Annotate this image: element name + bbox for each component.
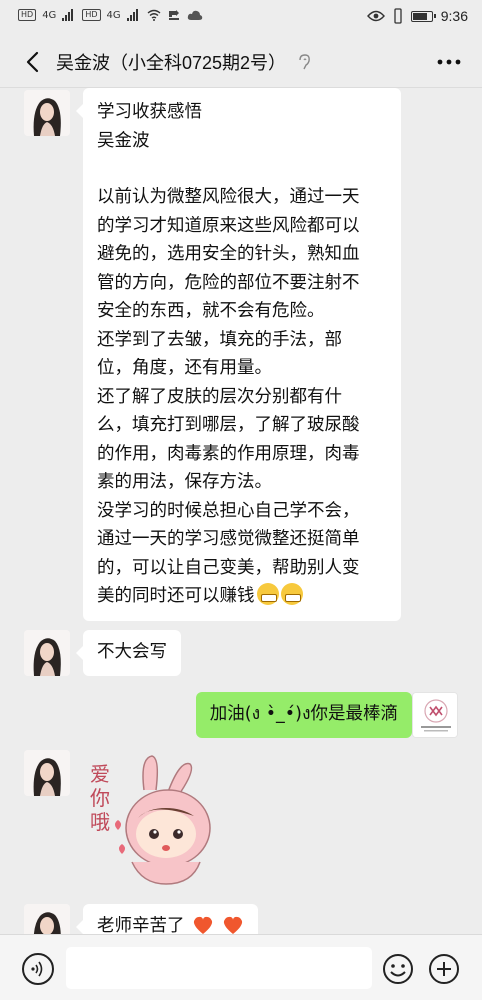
status-left: HD 4G HD 4G — [18, 8, 203, 22]
message-body-text: 以前认为微整风险很大，通过一天 的学习才知道原来这些风险都可以 避免的，选用安全… — [97, 187, 360, 606]
chat-header: 吴金波（小全科0725期2号） — [0, 36, 482, 88]
more-options-icon[interactable] — [436, 52, 462, 72]
sticker-caption: 爱 你 哦 — [90, 762, 110, 834]
red-heart-icon — [193, 916, 213, 934]
my-avatar[interactable] — [412, 692, 458, 738]
message-bubble-text[interactable]: 老师辛苦了 — [76, 904, 258, 934]
message-bubble-reflection[interactable]: 学习收获感悟 吴金波 以前认为微整风险很大，通过一天 的学习才知道原来这些风险都… — [76, 88, 401, 621]
contact-avatar[interactable] — [24, 750, 70, 796]
message-text: 加油(ง •̀_•́)ง你是最棒滴 — [209, 704, 398, 724]
battery-icon — [410, 10, 436, 22]
chat-area[interactable]: 学习收获感悟 吴金波 以前认为微整风险很大，通过一天 的学习才知道原来这些风险都… — [0, 88, 482, 934]
cloud-icon — [187, 10, 202, 20]
wifi-icon — [147, 9, 161, 21]
status-time: 9:36 — [440, 8, 468, 24]
message-paragraph-body: 以前认为微整风险很大，通过一天 的学习才知道原来这些风险都可以 避免的，选用安全… — [97, 183, 387, 611]
message-bubble-text[interactable]: 不大会写 — [76, 630, 181, 676]
battery-level-fill — [412, 12, 428, 20]
contact-avatar[interactable] — [24, 630, 70, 676]
grinning-face-icon — [280, 583, 303, 605]
emoji-button-icon[interactable] — [382, 953, 414, 985]
status-bar: HD 4G HD 4G 9:36 — [0, 0, 482, 36]
plus-button-icon[interactable] — [428, 953, 460, 985]
notification-icon — [168, 10, 179, 20]
network-type-2: 4G — [106, 9, 121, 21]
mute-ear-icon — [299, 54, 310, 70]
signal-icon-2 — [126, 9, 141, 21]
avatar-portrait — [24, 904, 70, 934]
message-paragraph-title: 学习收获感悟 吴金波 — [97, 102, 202, 151]
grinning-face-icon — [256, 583, 279, 605]
eye-icon — [366, 10, 385, 22]
vibrate-icon — [394, 8, 402, 24]
avatar-portrait — [24, 630, 70, 676]
back-arrow-icon[interactable] — [20, 48, 48, 76]
input-bar — [0, 934, 482, 1000]
red-heart-icon — [223, 916, 242, 934]
voice-icon — [31, 961, 43, 977]
message-text: 不大会写 — [97, 642, 167, 662]
status-right: 9:36 — [366, 8, 468, 24]
avatar-portrait — [24, 90, 70, 136]
hd-badge: HD — [18, 9, 37, 21]
message-bubble-outgoing[interactable]: 加油(ง •̀_•́)ง你是最棒滴 — [195, 692, 420, 738]
contact-avatar[interactable] — [24, 904, 70, 934]
hd-badge-2: HD — [82, 9, 101, 21]
network-type-1: 4G — [42, 9, 57, 21]
contact-avatar[interactable] — [24, 90, 70, 136]
brand-logo — [413, 693, 457, 737]
chat-title: 吴金波（小全科0725期2号） — [56, 53, 287, 73]
signal-icon — [62, 9, 76, 21]
bunny-sticker[interactable]: 爱 你 哦 — [82, 750, 222, 890]
title-wrap: 吴金波（小全科0725期2号） — [56, 49, 312, 75]
message-input[interactable] — [66, 947, 372, 989]
message-text: 老师辛苦了 — [97, 916, 185, 934]
avatar-portrait — [24, 750, 70, 796]
voice-input-button[interactable] — [22, 953, 54, 985]
